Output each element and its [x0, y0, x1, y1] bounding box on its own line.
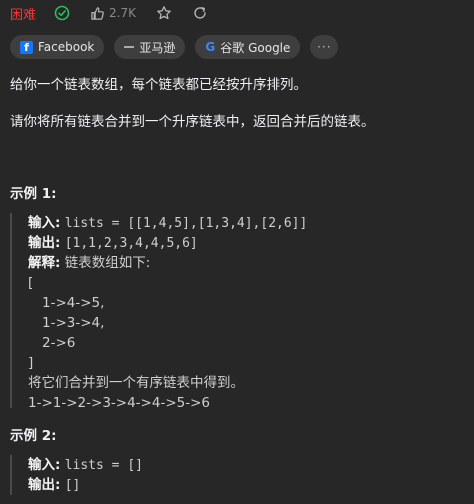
example-2-input: 输入: lists = [] [28, 455, 143, 475]
amazon-icon [124, 46, 135, 48]
company-tags: f Facebook 亚马逊 G 谷歌 Google ··· [10, 35, 339, 59]
facebook-icon: f [20, 40, 33, 54]
tag-facebook[interactable]: f Facebook [10, 35, 105, 59]
solved-check-icon[interactable] [54, 5, 70, 21]
list-line: 2->6 [42, 335, 76, 351]
tag-amazon[interactable]: 亚马逊 [114, 35, 186, 59]
input-label: 输入: [28, 457, 61, 473]
list-line: [ [28, 275, 34, 291]
input-value: lists = [[1,4,5],[1,3,4],[2,6]] [64, 216, 308, 231]
list-line: 1->3->4, [42, 315, 105, 331]
description-paragraph-1: 给你一个链表数组，每个链表都已经按升序排列。 [10, 77, 307, 93]
merge-text: 将它们合并到一个有序链表中得到。 [28, 375, 244, 391]
example-1-explanation: 解释: 链表数组如下: [28, 253, 307, 273]
description-paragraph-2: 请你将所有链表合并到一个升序链表中，返回合并后的链表。 [10, 114, 375, 130]
list-line: ] [28, 355, 34, 371]
tag-label: Facebook [38, 40, 95, 54]
thumbs-up-icon [90, 6, 105, 21]
like-count: 2.7K [109, 6, 136, 20]
tag-label: 亚马逊 [139, 40, 176, 55]
example-1-output: 输出: [1,1,2,3,4,4,5,6] [28, 233, 307, 253]
google-icon: G [205, 40, 216, 54]
tag-google[interactable]: G 谷歌 Google [195, 35, 301, 59]
output-value: [1,1,2,3,4,4,5,6] [64, 236, 198, 251]
list-line: 1->4->5, [42, 295, 105, 311]
difficulty-badge: 困难 [10, 7, 37, 23]
input-label: 输入: [28, 215, 61, 231]
example-2-output: 输出: [] [28, 475, 143, 495]
explain-label: 解释: [28, 255, 61, 271]
tag-label: 谷歌 Google [220, 40, 291, 55]
output-value: [] [64, 478, 81, 493]
star-icon[interactable] [156, 5, 172, 21]
more-tags-button[interactable]: ··· [310, 35, 339, 59]
output-label: 输出: [28, 477, 61, 493]
merge-result: 1->1->2->3->4->4->5->6 [28, 395, 210, 411]
example-2-title: 示例 2: [10, 428, 57, 444]
example-1-title: 示例 1: [10, 186, 57, 202]
refresh-icon[interactable] [192, 5, 208, 21]
problem-meta-bar: 困难 2.7K [10, 2, 208, 24]
more-icon: ··· [317, 40, 332, 54]
output-label: 输出: [28, 235, 61, 251]
example-2-block: 输入: lists = [] 输出: [] [10, 455, 143, 495]
example-1-input: 输入: lists = [[1,4,5],[1,3,4],[2,6]] [28, 213, 307, 233]
like-button[interactable]: 2.7K [90, 6, 136, 21]
example-1-block: 输入: lists = [[1,4,5],[1,3,4],[2,6]] 输出: … [10, 213, 307, 411]
input-value: lists = [] [64, 458, 143, 473]
explain-value: 链表数组如下: [64, 255, 151, 271]
